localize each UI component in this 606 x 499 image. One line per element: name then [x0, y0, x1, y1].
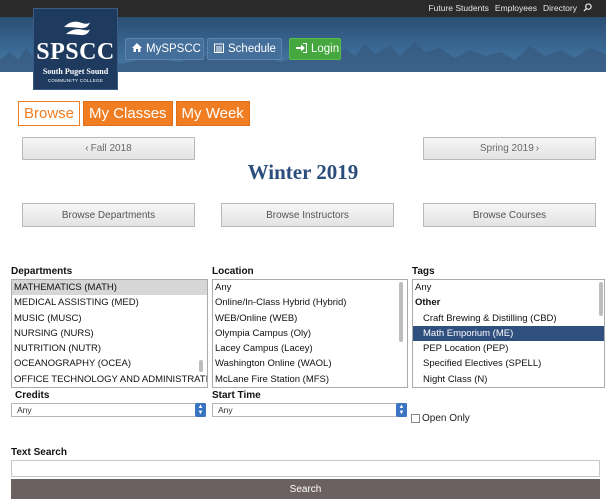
logo-name-line2: COMMUNITY COLLEGE [47, 78, 104, 83]
login-arrow-icon [296, 42, 307, 56]
view-tabs: Browse My Classes My Week [18, 101, 250, 126]
list-item[interactable]: Washington Online (WAOL) [213, 356, 407, 371]
open-only-option[interactable]: Open Only [411, 413, 470, 424]
browse-courses-button[interactable]: Browse Courses [423, 203, 596, 227]
start-time-label: Start Time [212, 390, 261, 401]
logo-abbreviation: SPSCC [36, 39, 115, 65]
start-time-select[interactable]: Any ▲ ▼ [212, 403, 407, 417]
search-button[interactable]: Search [11, 479, 600, 499]
list-item[interactable]: OFFICE TECHNOLOGY AND ADMINISTRATION ( [12, 372, 207, 387]
list-item[interactable]: Night Class (N) [413, 372, 604, 387]
list-item[interactable]: NURSING (NURS) [12, 326, 207, 341]
list-item[interactable]: MUSIC (MUSC) [12, 311, 207, 326]
current-term-title: Winter 2019 [247, 160, 359, 184]
previous-term-label: Fall 2018 [90, 143, 132, 154]
tab-my-classes[interactable]: My Classes [83, 101, 173, 126]
logo-name-line1: South Puget Sound [42, 67, 109, 76]
credits-select[interactable]: Any ▲ ▼ [11, 403, 206, 417]
list-item[interactable]: OCEANOGRAPHY (OCEA) [12, 356, 207, 371]
calendar-list-icon [214, 43, 224, 56]
credits-select-value: Any [17, 405, 32, 415]
next-term-button[interactable]: Spring 2019 › [423, 137, 596, 160]
schedule-label: Schedule [228, 43, 276, 55]
myspscc-label: MySPSCC [146, 43, 201, 55]
list-item[interactable]: Any [213, 280, 407, 295]
next-term-label: Spring 2019 [479, 143, 534, 154]
wave-logo-icon [64, 21, 90, 36]
tags-listbox[interactable]: Any Other Craft Brewing & Distilling (CB… [412, 279, 605, 388]
list-item[interactable]: WEB/Online (WEB) [213, 311, 407, 326]
list-item[interactable]: MATHEMATICS (MATH) [12, 280, 207, 296]
departments-listbox[interactable]: MATHEMATICS (MATH) MEDICAL ASSISTING (ME… [11, 279, 208, 388]
list-item[interactable]: Craft Brewing & Distilling (CBD) [413, 311, 604, 326]
open-only-label: Open Only [422, 413, 470, 424]
location-label: Location [212, 266, 254, 277]
start-time-select-value: Any [218, 405, 233, 415]
list-item[interactable]: MEDICAL ASSISTING (MED) [12, 295, 207, 310]
list-item[interactable]: PEP Location (PEP) [413, 341, 604, 356]
updown-arrow-icon: ▲ ▼ [195, 403, 206, 417]
browse-instructors-button[interactable]: Browse Instructors [221, 203, 394, 227]
util-link-future-students[interactable]: Future Students [428, 3, 488, 14]
tab-my-week[interactable]: My Week [175, 101, 250, 126]
list-item[interactable]: Specified Electives (SPELL) [413, 356, 604, 371]
list-item[interactable]: NUTRITION (NUTR) [12, 341, 207, 356]
login-button[interactable]: Login [289, 38, 341, 60]
tags-scrollbar-thumb[interactable] [599, 282, 603, 316]
location-listbox[interactable]: Any Online/In-Class Hybrid (Hybrid) WEB/… [212, 279, 408, 388]
location-scrollbar-thumb[interactable] [399, 282, 403, 342]
myspscc-button[interactable]: MySPSCC [125, 38, 204, 60]
home-icon [132, 43, 142, 55]
departments-label: Departments [11, 266, 73, 277]
text-search-label: Text Search [11, 447, 67, 458]
browse-departments-button[interactable]: Browse Departments [22, 203, 195, 227]
list-item[interactable]: Any [413, 280, 604, 295]
tab-browse[interactable]: Browse [18, 101, 81, 126]
chevron-left-icon: ‹ [85, 143, 89, 154]
search-icon[interactable] [583, 3, 592, 14]
updown-arrow-icon: ▲ ▼ [396, 403, 407, 417]
list-item[interactable]: Olympia Campus (Oly) [213, 326, 407, 341]
list-item-selected[interactable]: Math Emporium (ME) [413, 325, 604, 342]
credits-label: Credits [15, 390, 50, 401]
departments-scrollbar-thumb[interactable] [199, 360, 203, 372]
list-group-header: Other [415, 297, 441, 309]
tags-label: Tags [412, 266, 435, 277]
text-search-input[interactable] [11, 460, 600, 477]
chevron-right-icon: › [535, 143, 540, 154]
list-item[interactable]: Online/In-Class Hybrid (Hybrid) [213, 295, 407, 310]
util-link-employees[interactable]: Employees [495, 3, 537, 14]
util-link-directory[interactable]: Directory [543, 3, 577, 14]
list-item[interactable]: Lacey Campus (Lacey) [213, 341, 407, 356]
login-label: Login [311, 43, 340, 55]
previous-term-button[interactable]: ‹ Fall 2018 [22, 137, 195, 160]
list-item[interactable]: McLane Fire Station (MFS) [213, 372, 407, 387]
college-logo[interactable]: SPSCC South Puget Sound COMMUNITY COLLEG… [33, 8, 118, 90]
schedule-button[interactable]: Schedule [207, 38, 282, 60]
open-only-checkbox[interactable] [411, 414, 420, 423]
